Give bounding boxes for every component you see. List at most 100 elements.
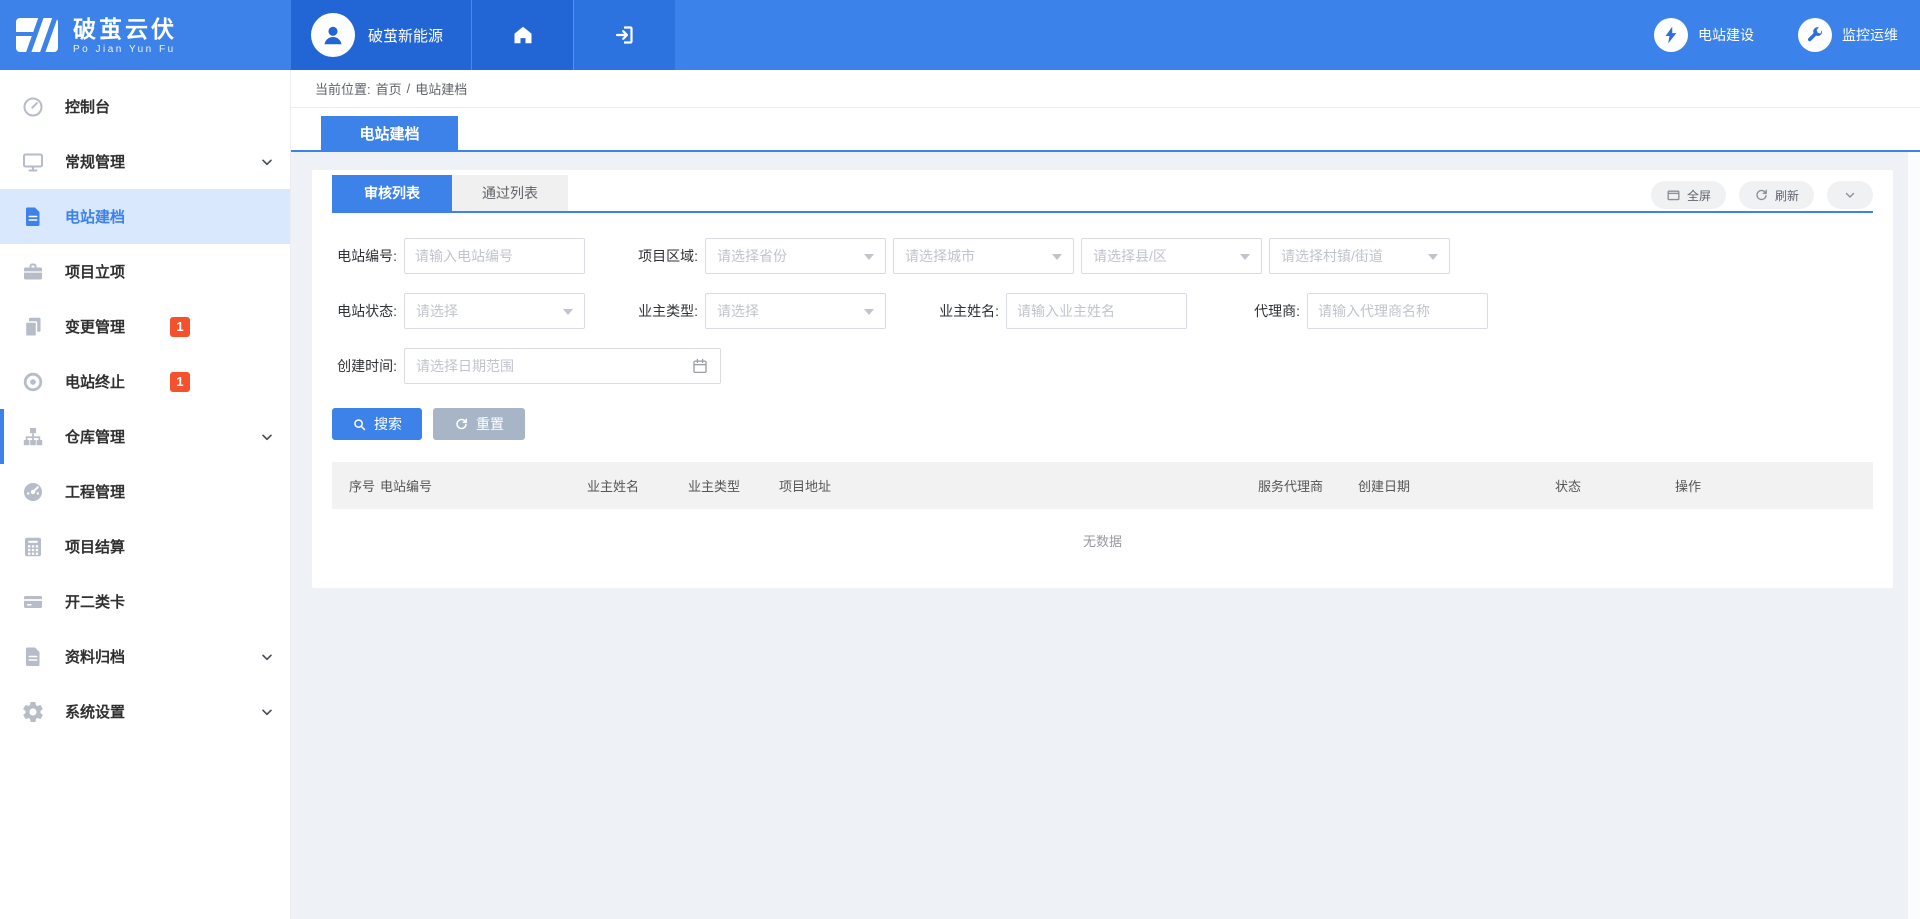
- filter-form: 电站编号: 项目区域: 请选择省份 请选择城市: [332, 238, 1873, 384]
- sidebar-item-general-mgmt[interactable]: 常规管理: [0, 134, 290, 189]
- sidebar-item-system-settings[interactable]: 系统设置: [0, 684, 290, 739]
- notification-badge: 1: [170, 317, 190, 337]
- station-status-label: 电站状态:: [332, 301, 397, 321]
- reset-button[interactable]: 重置: [433, 408, 525, 440]
- station-no-label: 电站编号:: [332, 246, 397, 266]
- page-tabstrip: 电站建档: [291, 108, 1920, 152]
- copy-icon: [21, 315, 45, 339]
- search-button[interactable]: 搜索: [332, 408, 422, 440]
- sidebar-item-engineering-mgmt[interactable]: 工程管理: [0, 464, 290, 519]
- record-icon: [21, 370, 45, 394]
- region-label: 项目区域:: [633, 246, 698, 266]
- brand-text: 破茧云伏 Po Jian Yun Fu: [73, 16, 177, 55]
- col-owner-name: 业主姓名: [587, 476, 688, 495]
- page-tab-station-filing[interactable]: 电站建档: [321, 116, 458, 150]
- nav-monitoring-ops[interactable]: 监控运维: [1798, 18, 1898, 52]
- create-time-label: 创建时间:: [332, 356, 397, 376]
- header-right-nav: 电站建设 监控运维: [675, 0, 1920, 70]
- caret-down-icon: [563, 309, 573, 315]
- sidebar-item-project-settlement[interactable]: 项目结算: [0, 519, 290, 574]
- station-no-input[interactable]: [404, 238, 585, 274]
- company-name: 破茧新能源: [368, 25, 443, 46]
- sidebar-item-console[interactable]: 控制台: [0, 79, 290, 134]
- col-owner-type: 业主类型: [688, 476, 779, 495]
- content-area: 审核列表 通过列表 全屏: [291, 152, 1920, 919]
- chevron-down-icon: [259, 154, 275, 170]
- gear-icon: [21, 700, 45, 724]
- sidebar-item-label: 资料归档: [65, 646, 170, 667]
- filter-row-1: 电站编号: 项目区域: 请选择省份 请选择城市: [332, 238, 1873, 274]
- breadcrumb-separator: /: [407, 81, 411, 96]
- briefcase-icon: [21, 260, 45, 284]
- search-label: 搜索: [374, 414, 402, 434]
- avatar: [311, 13, 355, 57]
- gauge-icon: [21, 480, 45, 504]
- chevron-down-icon: [259, 649, 275, 665]
- card-icon: [21, 590, 45, 614]
- brand-subtitle: Po Jian Yun Fu: [73, 44, 177, 55]
- user-menu[interactable]: 破茧新能源: [291, 0, 471, 70]
- date-range-picker[interactable]: 请选择日期范围: [404, 348, 721, 384]
- sidebar-item-project-initiation[interactable]: 项目立项: [0, 244, 290, 299]
- owner-name-label: 业主姓名:: [934, 301, 999, 321]
- chevron-down-icon: [259, 429, 275, 445]
- sidebar-item-label: 开二类卡: [65, 591, 170, 612]
- home-button[interactable]: [471, 0, 573, 70]
- status-placeholder: 请选择: [416, 301, 458, 321]
- province-placeholder: 请选择省份: [717, 246, 787, 266]
- county-select[interactable]: 请选择县/区: [1081, 238, 1262, 274]
- col-service-agent: 服务代理商: [1258, 476, 1358, 495]
- agent-input[interactable]: [1307, 293, 1488, 329]
- col-status: 状态: [1555, 476, 1675, 495]
- owner-type-label: 业主类型:: [633, 301, 698, 321]
- sidebar-item-change-mgmt[interactable]: 变更管理 1: [0, 299, 290, 354]
- refresh-button[interactable]: 刷新: [1739, 181, 1814, 209]
- owner-type-select[interactable]: 请选择: [705, 293, 886, 329]
- tab-passed-list[interactable]: 通过列表: [452, 175, 568, 211]
- breadcrumb-home-link[interactable]: 首页: [376, 79, 402, 98]
- sidebar-item-station-termination[interactable]: 电站终止 1: [0, 354, 290, 409]
- chevron-down-icon: [1843, 188, 1858, 203]
- owner-type-placeholder: 请选择: [717, 301, 759, 321]
- agent-label: 代理商:: [1235, 301, 1300, 321]
- sidebar-item-station-filing[interactable]: 电站建档: [0, 189, 290, 244]
- owner-name-input[interactable]: [1006, 293, 1187, 329]
- town-select[interactable]: 请选择村镇/街道: [1269, 238, 1450, 274]
- caret-down-icon: [1428, 254, 1438, 260]
- county-placeholder: 请选择县/区: [1093, 246, 1167, 266]
- refresh-icon: [1754, 188, 1769, 203]
- sidebar-item-warehouse-mgmt[interactable]: 仓库管理: [0, 409, 290, 464]
- sidebar-item-data-archive[interactable]: 资料归档: [0, 629, 290, 684]
- nav-label: 监控运维: [1842, 25, 1898, 45]
- breadcrumb-prefix: 当前位置:: [315, 79, 371, 98]
- monitor-icon: [21, 150, 45, 174]
- scrollbar-track[interactable]: [1907, 152, 1920, 919]
- page-body: 控制台 常规管理 电站建档 项: [0, 70, 1920, 919]
- main-area: 当前位置: 首页 / 电站建档 电站建档 审核列表 通过列表: [291, 70, 1920, 919]
- nav-station-construction[interactable]: 电站建设: [1654, 18, 1754, 52]
- table-header: 序号 电站编号 业主姓名 业主类型 项目地址 服务代理商 创建日期 状态 操作: [332, 462, 1873, 509]
- col-create-date: 创建日期: [1358, 476, 1555, 495]
- fullscreen-label: 全屏: [1687, 187, 1711, 204]
- sidebar-item-open-type2-card[interactable]: 开二类卡: [0, 574, 290, 629]
- top-header: 破茧云伏 Po Jian Yun Fu 破茧新能源: [0, 0, 1920, 70]
- filter-row-3: 创建时间: 请选择日期范围: [332, 348, 1873, 384]
- login-arrow-icon: [613, 23, 637, 47]
- tab-review-list[interactable]: 审核列表: [332, 175, 452, 211]
- reset-label: 重置: [476, 414, 504, 434]
- panel-toolbar: 全屏 刷新: [1651, 181, 1873, 209]
- fullscreen-button[interactable]: 全屏: [1651, 181, 1726, 209]
- sidebar-item-label: 控制台: [65, 96, 170, 117]
- calculator-icon: [21, 535, 45, 559]
- collapse-button[interactable]: [1827, 181, 1873, 209]
- sidebar-item-label: 电站终止: [65, 371, 170, 392]
- station-status-select[interactable]: 请选择: [404, 293, 585, 329]
- logout-button[interactable]: [573, 0, 675, 70]
- city-placeholder: 请选择城市: [905, 246, 975, 266]
- wrench-icon: [1798, 18, 1832, 52]
- province-select[interactable]: 请选择省份: [705, 238, 886, 274]
- breadcrumb-current: 电站建档: [415, 79, 467, 98]
- filter-actions: 搜索 重置: [332, 408, 1873, 440]
- city-select[interactable]: 请选择城市: [893, 238, 1074, 274]
- col-index: 序号: [349, 476, 380, 495]
